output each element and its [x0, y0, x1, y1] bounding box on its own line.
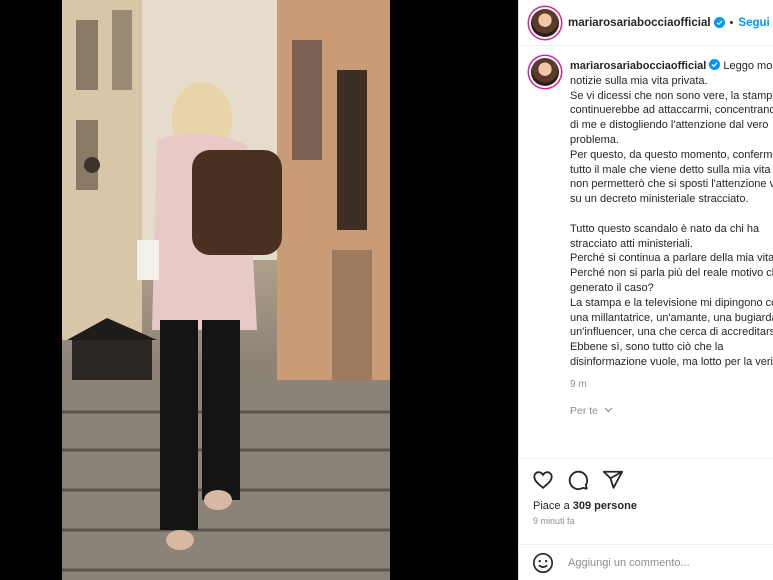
caption-text: mariarosariabocciaofficial Leggo molte n… [570, 59, 773, 370]
emoji-icon[interactable] [532, 552, 554, 574]
separator-dot: • [729, 16, 734, 29]
comment-icon [568, 470, 589, 491]
avatar[interactable] [531, 8, 559, 37]
action-icons [519, 459, 773, 491]
chevron-down-icon [604, 407, 613, 413]
comment-bar [519, 544, 773, 580]
caption-body: Leggo molte notizie sulla mia vita priva… [570, 60, 773, 368]
header-username[interactable]: mariarosariabocciaofficial [568, 17, 711, 29]
verified-badge-icon [709, 59, 721, 70]
share-button[interactable] [602, 469, 624, 491]
caption-time: 9 m [570, 378, 587, 390]
posted-time: 9 minuti fa [533, 516, 575, 526]
post-actions: Piace a 309 persone 9 minuti fa [519, 458, 773, 526]
post-photo[interactable] [62, 0, 390, 580]
caption-avatar[interactable] [531, 58, 559, 86]
likes-prefix: Piace a [533, 500, 573, 512]
caption-area: mariarosariabocciaofficial Leggo molte n… [519, 46, 773, 417]
post-image-pane [0, 0, 518, 580]
translation-label: Per te [570, 404, 599, 417]
translation-toggle[interactable]: Per te [570, 405, 773, 417]
post-side-panel: mariarosariabocciaofficial • Segui maria… [518, 0, 773, 580]
caption-username[interactable]: mariarosariabocciaofficial [570, 60, 706, 72]
photo-illustration [62, 0, 390, 580]
verified-badge-icon [713, 17, 725, 28]
follow-button[interactable]: Segui [738, 17, 769, 29]
heart-icon [533, 471, 553, 489]
comment-button[interactable] [567, 469, 589, 491]
comment-input[interactable] [566, 555, 740, 570]
post-header: mariarosariabocciaofficial • Segui [519, 0, 773, 46]
share-icon [602, 470, 624, 489]
likes-summary[interactable]: Piace a 309 persone [533, 500, 773, 512]
likes-count[interactable]: 309 persone [573, 500, 637, 512]
like-button[interactable] [532, 469, 554, 491]
